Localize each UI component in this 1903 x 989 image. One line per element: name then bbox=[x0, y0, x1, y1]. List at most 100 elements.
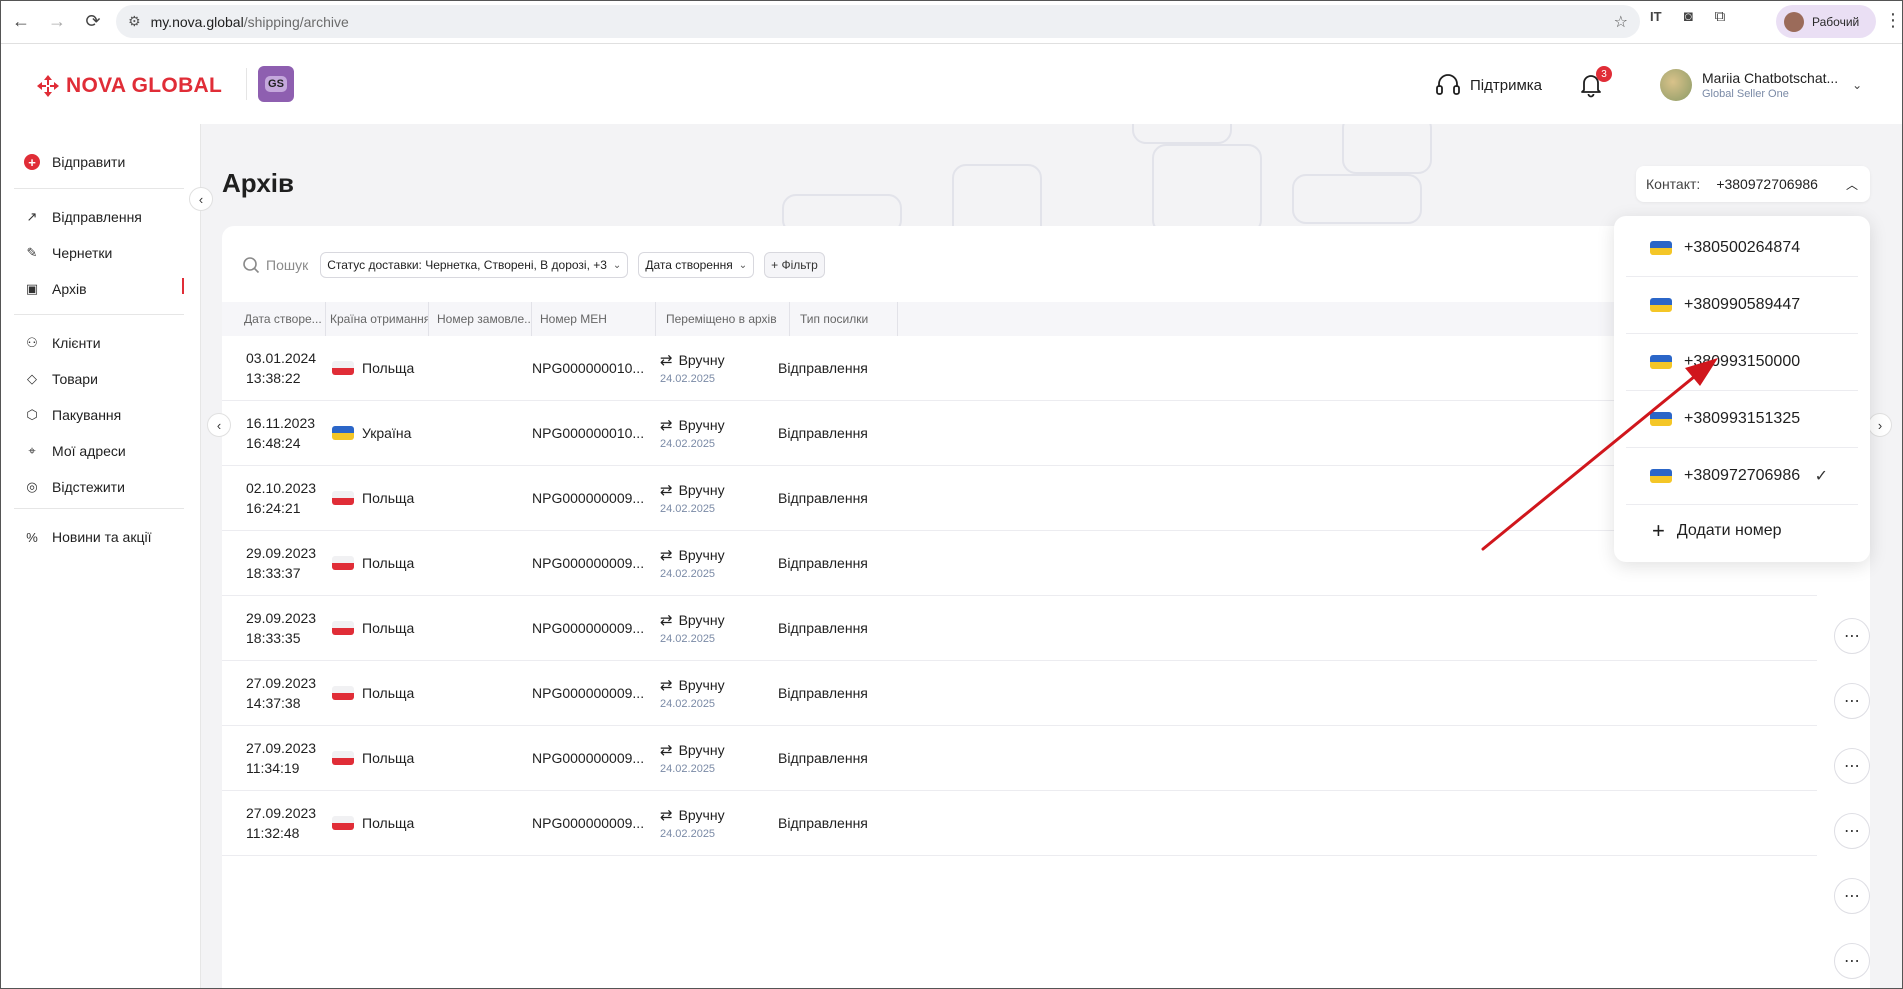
sidebar-divider bbox=[14, 314, 184, 315]
extensions-icon[interactable]: ⧉ bbox=[1715, 8, 1726, 25]
table-row[interactable]: 27.09.2023 14:37:38 Польща NPG000000009.… bbox=[222, 661, 1817, 726]
search-input[interactable]: Пошук bbox=[242, 256, 308, 274]
sidebar-item-packaging[interactable]: ⬡ Пакування bbox=[24, 404, 121, 426]
date-filter-chip[interactable]: Дата створення ⌄ bbox=[638, 252, 755, 278]
support-label: Підтримка bbox=[1470, 76, 1543, 94]
archived-method: Вручну bbox=[678, 742, 725, 758]
contact-option[interactable]: +380500264874 bbox=[1626, 220, 1858, 277]
parcel-type: Відправлення bbox=[778, 750, 868, 766]
sidebar-item-send[interactable]: + Відправити bbox=[24, 151, 125, 173]
bookmark-star-icon[interactable]: ☆ bbox=[1614, 12, 1628, 32]
column-header-created[interactable]: Дата створе... bbox=[222, 302, 326, 336]
column-header-parcel-type[interactable]: Тип посилки bbox=[790, 302, 898, 336]
country-name: Польща bbox=[362, 360, 415, 376]
table-scroll-left-button[interactable]: ‹ bbox=[207, 413, 231, 437]
table-row[interactable]: 16.11.2023 16:48:24 Україна NPG000000010… bbox=[222, 401, 1817, 466]
row-more-button[interactable]: ⋯ bbox=[1834, 878, 1870, 914]
contact-option[interactable]: +380990589447 bbox=[1626, 277, 1858, 334]
add-filter-button[interactable]: + Фільтр bbox=[764, 252, 825, 278]
status-filter-chip[interactable]: Статус доставки: Чернетка, Створені, В д… bbox=[320, 252, 629, 278]
contact-phone: +380972706986 bbox=[1684, 467, 1801, 484]
men-number: NPG000000009... bbox=[532, 750, 645, 766]
back-icon[interactable]: ← bbox=[6, 7, 36, 37]
forward-icon[interactable]: → bbox=[42, 7, 72, 37]
sidebar-item-clients[interactable]: ⚇ Клієнти bbox=[24, 332, 100, 354]
logo-mark-icon bbox=[37, 75, 59, 97]
table-row[interactable]: 02.10.2023 16:24:21 Польща NPG000000009.… bbox=[222, 466, 1817, 531]
archived-method: Вручну bbox=[678, 547, 725, 563]
profile-avatar bbox=[1784, 11, 1804, 32]
ukraine-flag-icon bbox=[1650, 469, 1672, 483]
poland-flag-icon bbox=[332, 686, 354, 700]
contact-phone: +380993151325 bbox=[1684, 410, 1801, 427]
reload-icon[interactable]: ⟳ bbox=[78, 7, 108, 37]
sidebar-item-archive[interactable]: ▣ Архів bbox=[24, 278, 87, 300]
user-name: Mariia Chatbotschat... bbox=[1702, 70, 1839, 86]
row-more-button[interactable]: ⋯ bbox=[1834, 683, 1870, 719]
column-header-country[interactable]: Країна отримання bbox=[326, 302, 429, 336]
archived-date: 24.02.2025 bbox=[660, 828, 716, 840]
table-row[interactable]: 29.09.2023 18:33:37 Польща NPG000000009.… bbox=[222, 531, 1817, 596]
contact-option[interactable]: +380993151325 bbox=[1626, 391, 1858, 448]
user-role: Global Seller One bbox=[1702, 88, 1789, 100]
table-row[interactable]: 27.09.2023 11:34:19 Польща NPG000000009.… bbox=[222, 726, 1817, 791]
country-cell: Польща bbox=[326, 490, 532, 506]
contact-option[interactable]: +380993150000 bbox=[1626, 334, 1858, 391]
archived-cell: ⇄ Вручну 24.02.2025 bbox=[652, 676, 778, 710]
nova-global-logo[interactable]: NOVA GLOBAL bbox=[36, 74, 222, 98]
contact-label: Контакт: bbox=[1646, 176, 1701, 192]
sidebar-item-products[interactable]: ◇ Товари bbox=[24, 368, 98, 390]
notifications-badge: 3 bbox=[1596, 66, 1612, 82]
table-scroll-right-button[interactable]: › bbox=[1868, 413, 1892, 437]
browser-menu-icon[interactable]: ⋮ bbox=[1884, 10, 1902, 31]
men-number: NPG000000009... bbox=[532, 685, 645, 701]
created-time: 11:32:48 bbox=[246, 825, 300, 841]
row-more-button[interactable]: ⋯ bbox=[1834, 943, 1870, 979]
headset-icon bbox=[1436, 74, 1460, 95]
archived-date: 24.02.2025 bbox=[660, 763, 716, 775]
sidebar-item-track[interactable]: ◎ Відстежити bbox=[24, 476, 125, 498]
created-date: 27.09.2023 bbox=[246, 805, 317, 821]
translate-icon[interactable]: IT bbox=[1650, 9, 1662, 24]
chevron-down-icon: ⌄ bbox=[738, 259, 748, 271]
row-more-button[interactable]: ⋯ bbox=[1834, 813, 1870, 849]
address-bar[interactable]: ⚙ my.nova.global/shipping/archive ☆ bbox=[116, 5, 1640, 38]
sidebar-item-news[interactable]: % Новини та акції bbox=[24, 526, 151, 548]
plus-icon: + bbox=[1652, 517, 1665, 543]
table-row[interactable]: 03.01.2024 13:38:22 Польща NPG000000010.… bbox=[222, 336, 1817, 401]
sidebar-collapse-button[interactable]: ‹ bbox=[189, 187, 213, 211]
sidebar-item-drafts[interactable]: ✎ Чернетки bbox=[24, 242, 113, 264]
row-more-button[interactable]: ⋯ bbox=[1834, 748, 1870, 784]
table-row[interactable]: 27.09.2023 11:32:48 Польща NPG000000009.… bbox=[222, 791, 1817, 856]
manual-move-icon: ⇄ bbox=[660, 547, 673, 564]
row-more-button[interactable]: ⋯ bbox=[1834, 618, 1870, 654]
created-date: 29.09.2023 bbox=[246, 610, 317, 626]
add-number-button[interactable]: + Додати номер bbox=[1626, 502, 1858, 559]
camera-icon[interactable]: ◙ bbox=[1684, 8, 1693, 25]
arrow-up-right-icon: ↗ bbox=[26, 209, 38, 224]
sidebar-item-addresses[interactable]: ⌖ Мої адреси bbox=[24, 440, 126, 462]
contact-dropdown: +380500264874 +380990589447 +38099315000… bbox=[1614, 216, 1870, 562]
archived-date: 24.02.2025 bbox=[660, 373, 716, 385]
column-header-order-number[interactable]: Номер замовле... bbox=[429, 302, 532, 336]
column-header-archived[interactable]: Переміщено в архів bbox=[656, 302, 790, 336]
browser-profile-button[interactable]: Рабочий bbox=[1776, 5, 1876, 38]
support-button[interactable]: Підтримка bbox=[1434, 72, 1542, 98]
sidebar-item-label: Мої адреси bbox=[52, 443, 126, 459]
table-body: 03.01.2024 13:38:22 Польща NPG000000010.… bbox=[222, 336, 1817, 856]
sidebar-item-shipments[interactable]: ↗ Відправлення bbox=[24, 206, 142, 228]
contact-select[interactable]: Контакт: +380972706986 ︿ bbox=[1636, 166, 1870, 202]
created-date: 02.10.2023 bbox=[246, 480, 317, 496]
site-info-icon[interactable]: ⚙ bbox=[128, 13, 141, 30]
column-header-men-number[interactable]: Номер МЕН bbox=[532, 302, 656, 336]
poland-flag-icon bbox=[332, 556, 354, 570]
poland-flag-icon bbox=[332, 361, 354, 375]
parcel-type: Відправлення bbox=[778, 490, 868, 506]
contact-option-selected[interactable]: +380972706986 ✓ bbox=[1626, 448, 1858, 505]
global-seller-badge[interactable]: GS bbox=[258, 66, 294, 102]
created-date: 03.01.2024 bbox=[246, 350, 317, 366]
background-box-decoration bbox=[1292, 174, 1422, 224]
user-menu[interactable]: Mariia Chatbotschat... Global Seller One… bbox=[1660, 69, 1862, 101]
active-indicator bbox=[182, 278, 184, 294]
table-row[interactable]: 29.09.2023 18:33:35 Польща NPG000000009.… bbox=[222, 596, 1817, 661]
